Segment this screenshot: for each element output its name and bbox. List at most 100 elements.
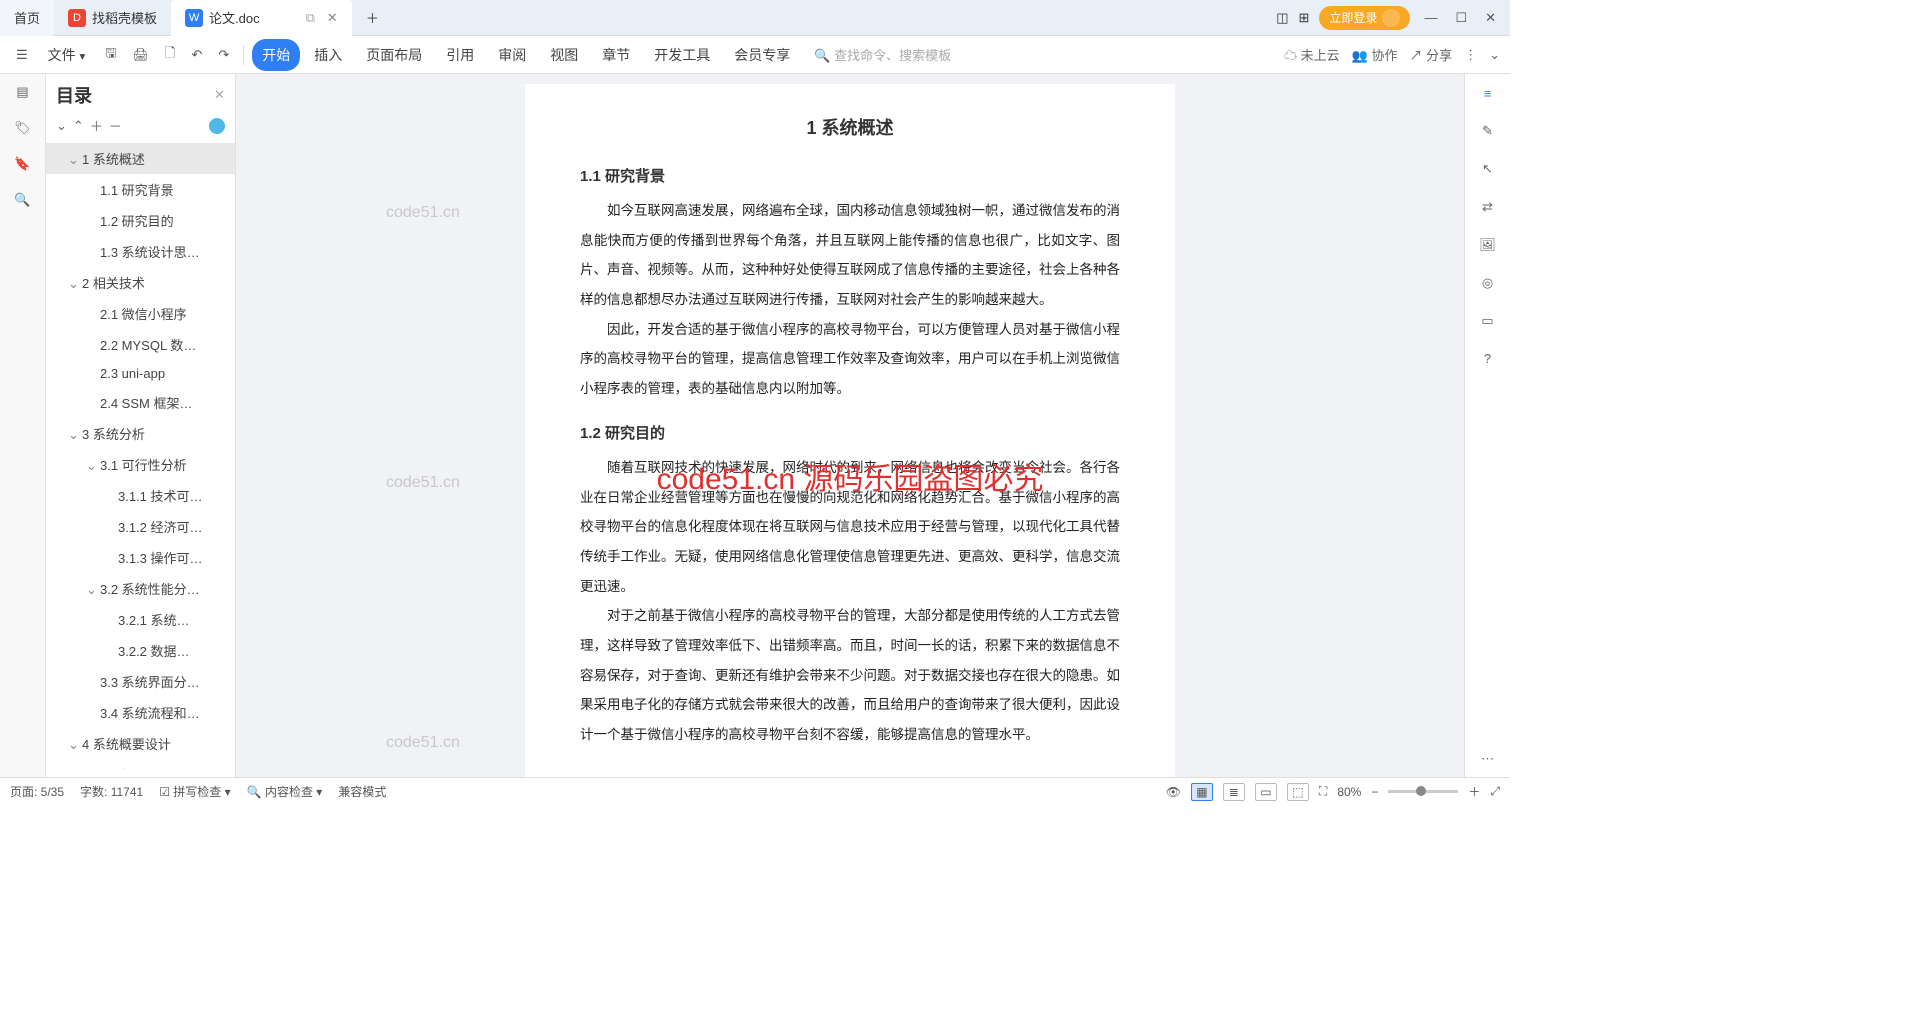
collapse-all-icon[interactable]: ⌄ (56, 118, 67, 134)
eye-mode-icon[interactable]: 👁 (1166, 785, 1181, 799)
reader-icon[interactable]: ▭ (1481, 313, 1493, 329)
ribbon-start[interactable]: 开始 (252, 39, 300, 71)
remove-heading-icon[interactable]: － (109, 116, 122, 135)
tab-home[interactable]: 首页 (0, 0, 54, 36)
outline-item-label: 2.1 微信小程序 (100, 307, 187, 322)
outline-item[interactable]: 3.1.1 技术可… (46, 480, 235, 511)
status-spellcheck[interactable]: ☑ 拼写检查 ▾ (159, 783, 230, 800)
login-button[interactable]: 立即登录 (1319, 6, 1410, 30)
ribbon-reference[interactable]: 引用 (436, 39, 484, 71)
tab-close-icon[interactable]: ✕ (327, 10, 338, 26)
ribbon-insert[interactable]: 插入 (304, 39, 352, 71)
plus-icon: ＋ (366, 8, 379, 27)
status-words[interactable]: 字数: 11741 (80, 783, 143, 800)
command-search[interactable]: 🔍 查找命令、搜索模板 (814, 45, 951, 64)
target-icon[interactable]: ◎ (1482, 275, 1493, 291)
bookmark-icon[interactable]: 🔖 (14, 156, 30, 172)
redo-icon[interactable]: ↷ (212, 43, 235, 67)
outline-item[interactable]: 3.3 系统界面分… (46, 666, 235, 697)
cloud-status[interactable]: ☁ 未上云 (1284, 45, 1340, 64)
outline-item[interactable]: 2.2 MYSQL 数… (46, 329, 235, 360)
print-icon[interactable]: 🖨 (126, 43, 155, 67)
preview-icon[interactable]: 🗋 (159, 40, 181, 70)
outline-item[interactable]: 2.1 微信小程序 (46, 298, 235, 329)
outline-item[interactable]: 3.1.2 经济可… (46, 511, 235, 542)
view-outline-icon[interactable]: ≣ (1223, 783, 1245, 801)
doc-heading-1-1: 1.1 研究背景 (580, 165, 1120, 186)
zoom-out-icon[interactable]: − (1371, 785, 1378, 799)
ribbon-member[interactable]: 会员专享 (724, 39, 800, 71)
maximize-icon[interactable]: ☐ (1451, 6, 1471, 30)
detach-icon[interactable]: ⧉ (306, 10, 315, 26)
outline-item[interactable]: 2.4 SSM 框架… (46, 387, 235, 418)
tag-icon[interactable]: 🏷 (14, 120, 31, 136)
ribbon-right: ☁ 未上云 👥 协作 ↗ 分享 ⋮ ⌄ (1284, 45, 1500, 64)
apps-icon[interactable]: ⊞ (1299, 10, 1310, 26)
status-page[interactable]: 页面: 5/35 (10, 783, 64, 800)
expand-all-icon[interactable]: ⌃ (73, 118, 84, 134)
tab-templates[interactable]: D 找稻壳模板 (54, 0, 171, 36)
outline-close-icon[interactable]: ✕ (214, 87, 225, 103)
collapse-ribbon-icon[interactable]: ⌄ (1489, 47, 1500, 63)
outline-item[interactable]: 3.4 系统流程和… (46, 697, 235, 728)
ribbon-review[interactable]: 审阅 (488, 39, 536, 71)
outline-item-label: 3.1.2 经济可… (118, 520, 203, 535)
ribbon-chapter[interactable]: 章节 (592, 39, 640, 71)
menu-icon[interactable]: ☰ (10, 43, 34, 67)
settings-icon[interactable]: ⇄ (1482, 199, 1493, 215)
chevron-down-icon: ⌄ (68, 276, 78, 292)
undo-icon[interactable]: ↶ (185, 43, 208, 67)
outline-item[interactable]: 1.2 研究目的 (46, 205, 235, 236)
outline-item[interactable]: 3.2.1 系统… (46, 604, 235, 635)
outline-settings-icon[interactable] (209, 118, 225, 134)
file-menu[interactable]: 文件 ▾ (38, 39, 96, 71)
share-button[interactable]: ↗ 分享 (1409, 45, 1452, 64)
tab-new[interactable]: ＋ (352, 0, 393, 36)
view-page-icon[interactable]: ▦ (1191, 783, 1213, 801)
outline-item[interactable]: 1.1 研究背景 (46, 174, 235, 205)
status-contentcheck[interactable]: 🔍 内容检查 ▾ (247, 783, 323, 800)
fullscreen-icon[interactable]: ⤢ (1490, 784, 1500, 799)
outline-item[interactable]: ⌄1 系统概述 (46, 143, 235, 174)
outline-header: 目录 ✕ (46, 82, 235, 116)
scroll-top-icon[interactable]: ≡ (1484, 86, 1492, 101)
image-icon[interactable]: 🖼 (1479, 237, 1496, 253)
tab-document[interactable]: W 论文.doc ⧉ ✕ (171, 0, 352, 36)
word-icon: W (185, 9, 203, 27)
outline-item[interactable]: ⌄3 系统分析 (46, 418, 235, 449)
add-heading-icon[interactable]: ＋ (90, 116, 103, 135)
pencil-icon[interactable]: ✎ (1482, 123, 1493, 139)
more-tools-icon[interactable]: ⋯ (1481, 751, 1494, 767)
search-icon[interactable]: 🔍 (14, 192, 30, 208)
outline-item[interactable]: ⌄2 相关技术 (46, 267, 235, 298)
outline-item[interactable]: ⌄4 系统概要设计 (46, 728, 235, 759)
outline-item[interactable]: 1.3 系统设计思… (46, 236, 235, 267)
ribbon-pagelayout[interactable]: 页面布局 (356, 39, 432, 71)
fit-icon[interactable]: ⛶ (1319, 784, 1327, 799)
document-area[interactable]: code51.cn code51.cn code51.cn code51.cn … (236, 74, 1464, 777)
zoom-level[interactable]: 80% (1337, 785, 1361, 799)
outline-item[interactable]: 2.3 uni-app (46, 360, 235, 387)
view-read-icon[interactable]: ⬚ (1287, 783, 1309, 801)
outline-item[interactable]: 3.2.2 数据… (46, 635, 235, 666)
ribbon-devtools[interactable]: 开发工具 (644, 39, 720, 71)
zoom-in-icon[interactable]: ＋ (1468, 783, 1480, 800)
coop-button[interactable]: 👥 协作 (1352, 45, 1398, 64)
outline-item[interactable]: ⌄3.1 可行性分析 (46, 449, 235, 480)
outline-item[interactable]: ⌄3.2 系统性能分… (46, 573, 235, 604)
status-compat[interactable]: 兼容模式 (338, 783, 386, 800)
help-icon[interactable]: ? (1484, 351, 1491, 366)
outline-item[interactable]: 4.1 概述 (46, 759, 235, 769)
more-icon[interactable]: ⋮ (1464, 47, 1477, 63)
save-icon[interactable]: 🖫 (99, 40, 122, 70)
close-window-icon[interactable]: ✕ (1481, 6, 1500, 30)
view-web-icon[interactable]: ▭ (1255, 783, 1277, 801)
layout-toggle-icon[interactable]: ◫ (1276, 10, 1288, 26)
ribbon-view[interactable]: 视图 (540, 39, 588, 71)
outline-icon[interactable]: ▤ (16, 84, 28, 100)
cursor-icon[interactable]: ↖ (1482, 161, 1493, 177)
zoom-slider[interactable] (1388, 790, 1458, 793)
chevron-down-icon: ⌄ (68, 427, 78, 443)
minimize-icon[interactable]: — (1420, 6, 1441, 29)
outline-item[interactable]: 3.1.3 操作可… (46, 542, 235, 573)
